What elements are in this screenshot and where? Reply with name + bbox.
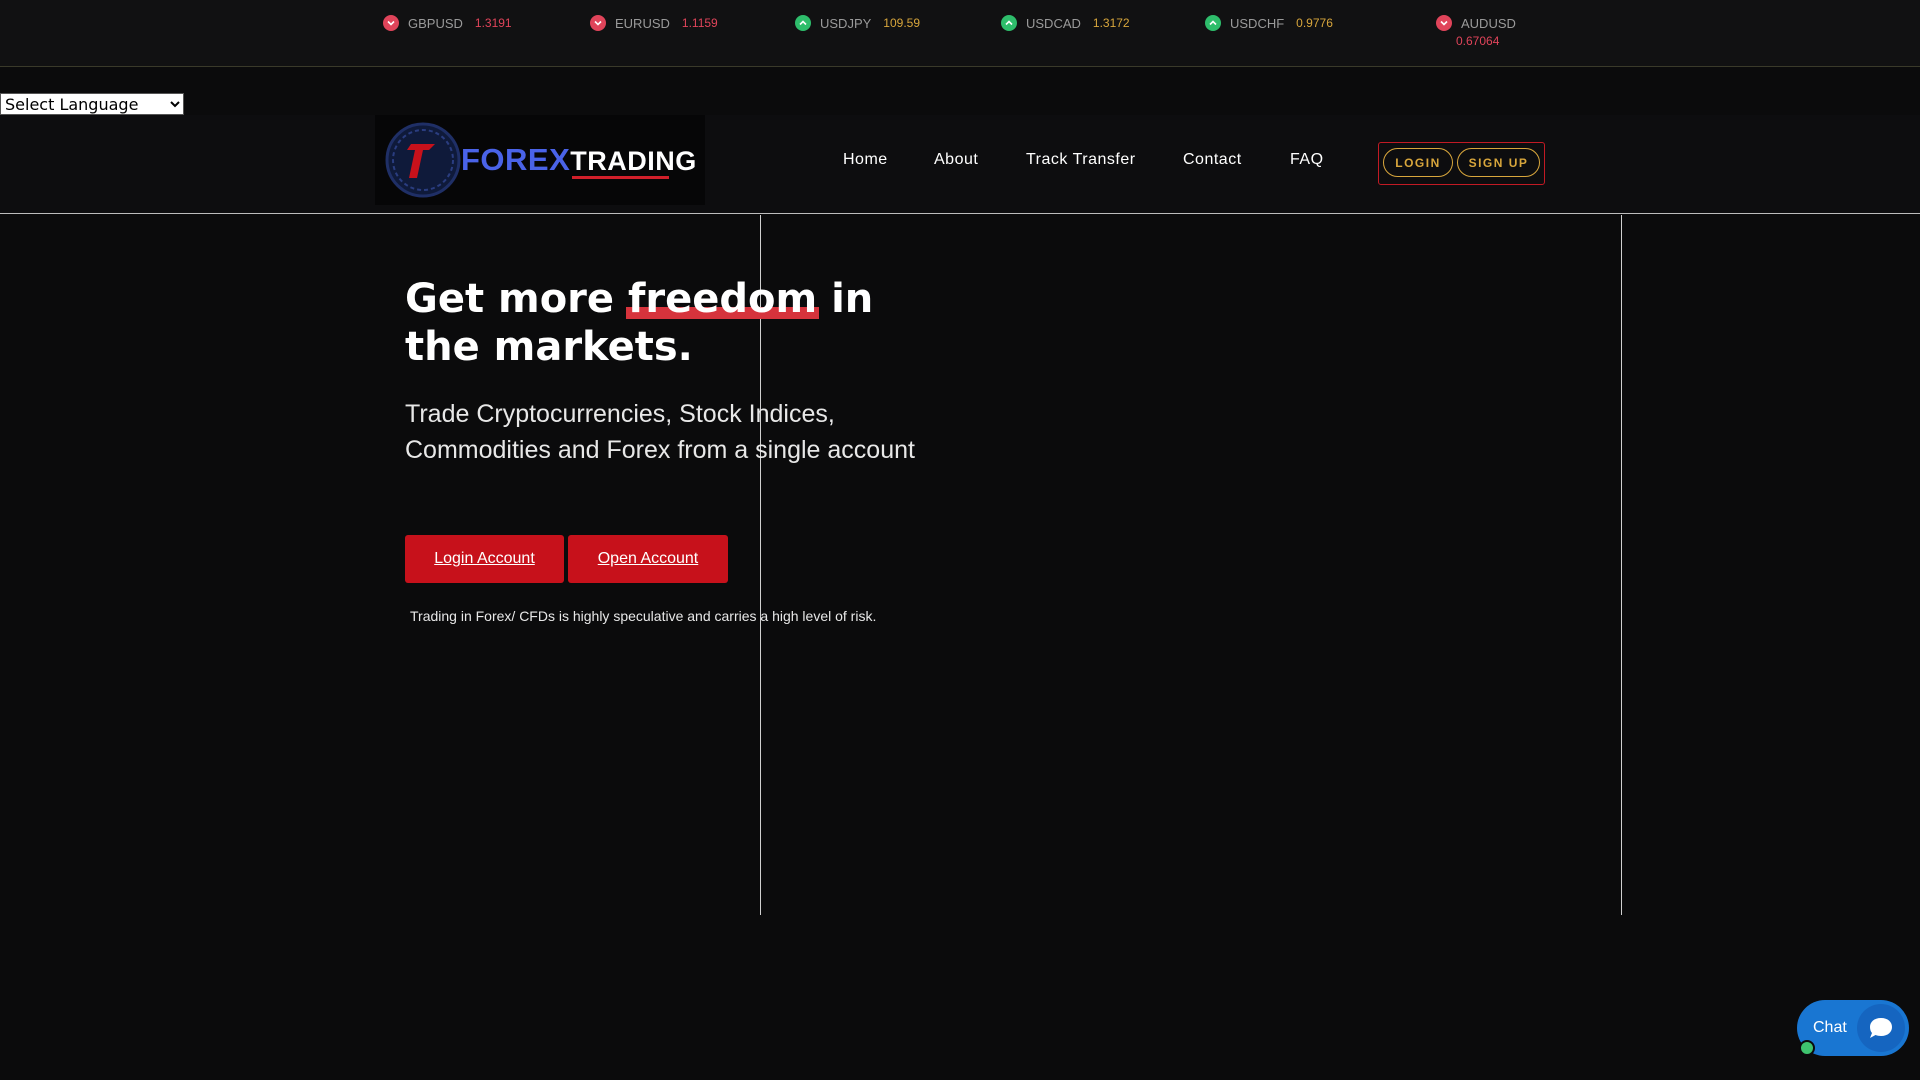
- arrow-up-icon: [795, 15, 811, 31]
- risk-disclaimer: Trading in Forex/ CFDs is highly specula…: [410, 608, 877, 624]
- arrow-up-icon: [1001, 15, 1017, 31]
- hero-subtitle: Trade Cryptocurrencies, Stock Indices, C…: [405, 400, 915, 464]
- ticker-item-usdchf: USDCHF 0.9776: [1205, 15, 1333, 31]
- nav-faq[interactable]: FAQ: [1290, 151, 1324, 169]
- login-account-button[interactable]: Login Account: [405, 535, 564, 583]
- ticker-value: 109.59: [883, 16, 920, 30]
- ticker-item-eurusd: EURUSD 1.1159: [590, 15, 718, 31]
- hero-title-start: Get more: [405, 276, 628, 322]
- arrow-up-icon: [1205, 15, 1221, 31]
- logo-text-trading: TRADING: [570, 146, 697, 176]
- hero-title-highlight: freedom: [627, 276, 818, 322]
- signup-button[interactable]: SIGN UP: [1457, 148, 1540, 177]
- arrow-down-icon: [1436, 15, 1452, 31]
- ticker-symbol: USDCHF: [1230, 15, 1285, 31]
- ticker-item-usdcad: USDCAD 1.3172: [1001, 15, 1130, 31]
- ticker-item-usdjpy: USDJPY 109.59: [795, 15, 920, 31]
- nav-about[interactable]: About: [934, 151, 978, 169]
- ticker-symbol: USDCAD: [1026, 15, 1081, 31]
- ticker-value: 1.3172: [1092, 16, 1130, 30]
- online-status-dot: [1799, 1040, 1815, 1056]
- logo-text-forex: FOREX: [461, 142, 571, 177]
- ticker-item-audusd: AUDUSD 0.67064: [1436, 15, 1528, 48]
- arrow-down-icon: [383, 15, 399, 31]
- ticker-symbol: AUDUSD: [1461, 15, 1516, 31]
- nav-home[interactable]: Home: [843, 151, 888, 169]
- nav-track-transfer[interactable]: Track Transfer: [1026, 151, 1136, 169]
- ticker-symbol: EURUSD: [615, 15, 670, 31]
- hero-title: Get more freedom in the markets.: [405, 275, 925, 371]
- chat-widget-button[interactable]: Chat: [1797, 1000, 1909, 1056]
- ticker-value: 1.3191: [474, 16, 512, 30]
- open-account-button[interactable]: Open Account: [568, 535, 728, 583]
- currency-ticker: GBPUSD 1.3191 EURUSD 1.1159 USDJPY 109.5…: [0, 0, 1920, 67]
- site-logo[interactable]: FOREXTRADING: [375, 115, 705, 205]
- ticker-symbol: USDJPY: [820, 15, 872, 31]
- language-select[interactable]: Select Language: [0, 93, 184, 115]
- ticker-item-gbpusd: GBPUSD 1.3191: [383, 15, 512, 31]
- login-button[interactable]: LOGIN: [1383, 148, 1453, 177]
- ticker-value: 0.9776: [1296, 16, 1333, 30]
- ticker-symbol: GBPUSD: [408, 15, 463, 31]
- logo-emblem-icon: [385, 122, 461, 198]
- ticker-value: 1.1159: [681, 16, 718, 30]
- nav-contact[interactable]: Contact: [1183, 151, 1242, 169]
- chat-label: Chat: [1813, 1019, 1847, 1036]
- arrow-down-icon: [590, 15, 606, 31]
- chat-bubble-icon: [1857, 1004, 1905, 1052]
- divider-line: [1621, 215, 1622, 915]
- auth-buttons: LOGIN SIGN UP: [1378, 142, 1545, 185]
- ticker-value: 0.67064: [1456, 34, 1500, 48]
- logo-wordmark: FOREXTRADING: [461, 142, 697, 178]
